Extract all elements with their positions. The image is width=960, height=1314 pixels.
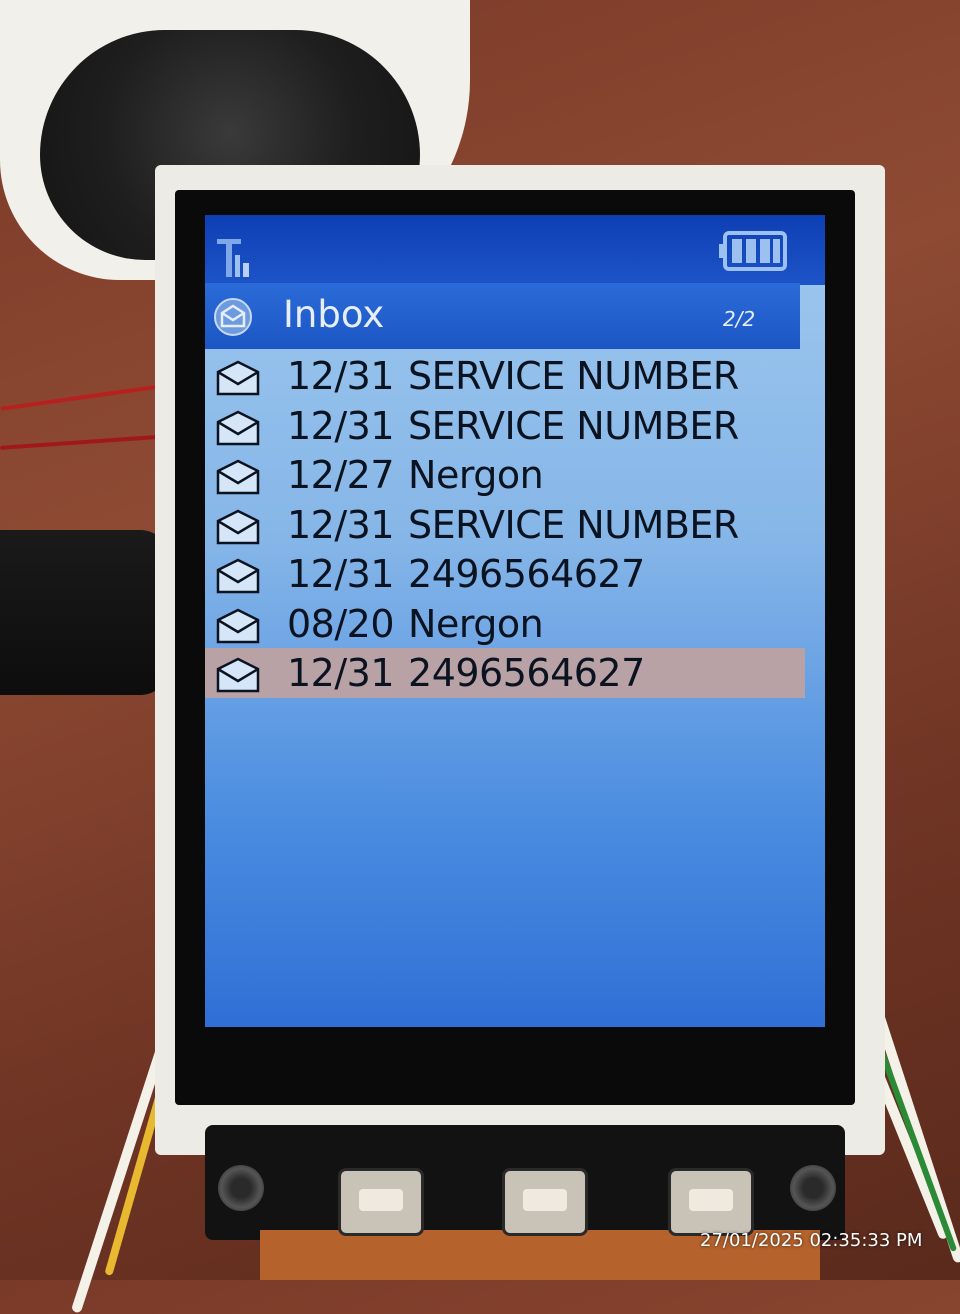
message-sender: 2496564627: [408, 651, 645, 695]
envelope-icon: [216, 360, 260, 396]
page-title: Inbox: [283, 293, 385, 336]
screw: [218, 1165, 264, 1211]
message-item[interactable]: 12/31 SERVICE NUMBER: [205, 401, 805, 451]
status-bar: [205, 215, 825, 285]
message-date: 12/31: [287, 354, 395, 398]
message-item[interactable]: 12/31 2496564627: [205, 549, 805, 599]
title-bar: Inbox 2/2: [205, 283, 800, 349]
red-wire: [0, 383, 170, 411]
message-item[interactable]: 12/31 SERVICE NUMBER: [205, 500, 805, 550]
screw: [790, 1165, 836, 1211]
hardware-button-middle[interactable]: [502, 1168, 588, 1236]
envelope-icon: [216, 657, 260, 693]
inbox-icon: [214, 298, 252, 336]
envelope-icon: [216, 558, 260, 594]
message-date: 12/31: [287, 552, 395, 596]
message-item[interactable]: 08/20 Nergon: [205, 599, 805, 649]
hardware-button-left[interactable]: [338, 1168, 424, 1236]
message-sender: Nergon: [408, 453, 544, 497]
hardware-button-right[interactable]: [668, 1168, 754, 1236]
envelope-icon: [216, 608, 260, 643]
message-item[interactable]: 12/31 SERVICE NUMBER: [205, 351, 805, 401]
battery-full-icon: [719, 231, 787, 271]
message-sender: Nergon: [408, 601, 544, 646]
message-sender: SERVICE NUMBER: [408, 354, 739, 398]
red-wire: [0, 434, 170, 450]
signal-icon: [217, 239, 249, 277]
message-date: 08/20: [287, 601, 395, 646]
message-sender: SERVICE NUMBER: [408, 502, 739, 547]
message-date: 12/31: [287, 403, 395, 448]
envelope-icon: [216, 410, 260, 445]
page-indicator: 2/2: [723, 307, 756, 331]
message-date: 12/31: [287, 502, 395, 547]
message-sender: SERVICE NUMBER: [408, 403, 739, 448]
phone-screen: Inbox 2/2 12/31 SERVICE NUMBER 12/31 SERVI…: [205, 215, 825, 1027]
message-sender: 2496564627: [408, 552, 645, 596]
message-date: 12/31: [287, 651, 395, 695]
message-date: 12/27: [287, 453, 395, 497]
envelope-icon: [216, 459, 260, 495]
message-list: 12/31 SERVICE NUMBER 12/31 SERVICE NUMBER …: [205, 351, 825, 698]
envelope-icon: [216, 509, 260, 544]
photo-timestamp: 27/01/2025 02:35:33 PM: [700, 1230, 923, 1251]
message-item[interactable]: 12/27 Nergon: [205, 450, 805, 500]
usb-cable: [0, 530, 170, 695]
message-item-selected[interactable]: 12/31 2496564627: [205, 648, 805, 698]
